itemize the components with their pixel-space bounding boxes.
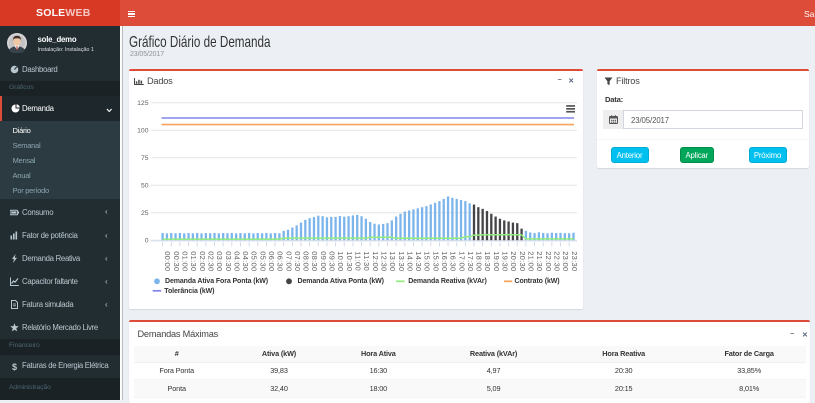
svg-text:$: $	[12, 362, 17, 371]
